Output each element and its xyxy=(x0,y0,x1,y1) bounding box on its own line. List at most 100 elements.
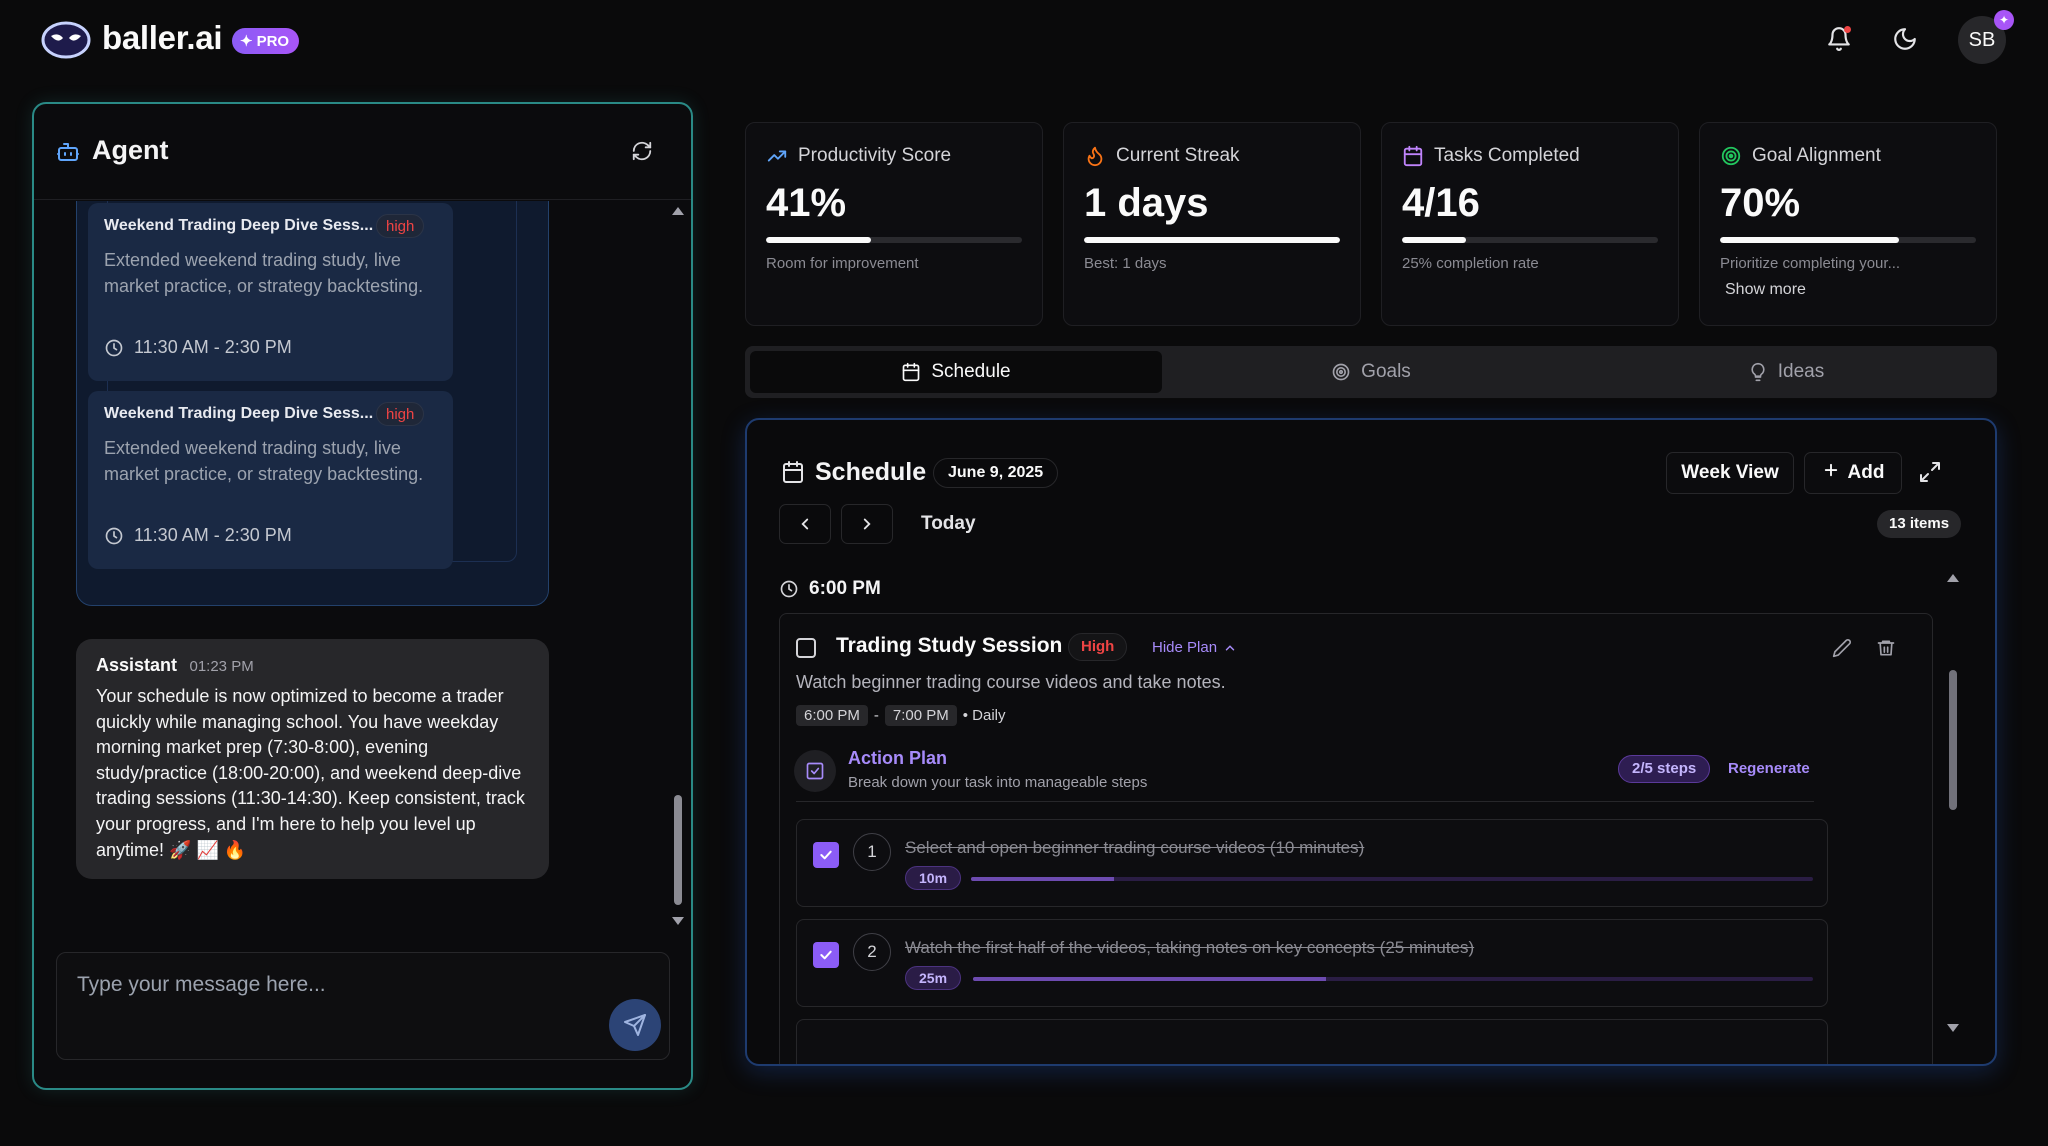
task-description: Watch beginner trading course videos and… xyxy=(796,672,1226,692)
priority-badge: High xyxy=(1068,633,1128,661)
add-button[interactable]: Add xyxy=(1804,452,1902,494)
chat-scrollbar[interactable] xyxy=(670,201,686,931)
show-more-link[interactable]: Show more xyxy=(1725,281,1806,299)
stat-subtitle: Best: 1 days xyxy=(1084,255,1167,272)
stat-label-text: Current Streak xyxy=(1116,145,1240,166)
tab-goals[interactable]: Goals xyxy=(1165,351,1577,393)
view-tabs: Schedule Goals Ideas xyxy=(745,346,1997,398)
stat-label-text: Productivity Score xyxy=(798,145,952,166)
stat-label: Current Streak xyxy=(1084,145,1240,167)
recurrence-label: • Daily xyxy=(962,707,1006,724)
start-time-chip: 6:00 PM xyxy=(796,705,868,726)
tab-ideas[interactable]: Ideas xyxy=(1580,351,1992,393)
stat-progress-fill xyxy=(766,237,871,243)
stat-progress-bar xyxy=(1720,237,1976,243)
calendar-icon xyxy=(1403,145,1423,167)
stat-value: 41% xyxy=(766,181,847,225)
message-input[interactable] xyxy=(77,973,577,997)
flame-icon xyxy=(1087,146,1103,167)
action-plan-subtitle: Break down your task into manageable ste… xyxy=(848,774,1148,791)
notification-bell-icon[interactable] xyxy=(1822,22,1856,56)
assistant-meta: Assistant 01:23 PM xyxy=(96,655,529,676)
stat-progress-fill xyxy=(1084,237,1340,243)
task-time-range: 6:00 PM - 7:00 PM • Daily xyxy=(796,705,1006,726)
sparkle-icon: ✦ xyxy=(240,33,253,50)
stat-progress-bar xyxy=(1402,237,1658,243)
date-chip: June 9, 2025 xyxy=(933,458,1059,488)
stat-subtitle: Room for improvement xyxy=(766,255,919,272)
items-count-badge: 13 items xyxy=(1877,510,1962,538)
step-number: 2 xyxy=(853,933,891,971)
edit-pencil-icon[interactable] xyxy=(1832,638,1852,663)
task-card[interactable]: Weekend Trading Deep Dive Sess... high E… xyxy=(88,391,453,569)
task-card-description: Extended weekend trading study, live mar… xyxy=(104,438,424,484)
expand-icon[interactable] xyxy=(1918,460,1942,489)
task-card-description: Extended weekend trading study, live mar… xyxy=(104,250,424,296)
step-progress-fill xyxy=(971,877,1115,881)
task-card-title: Weekend Trading Deep Dive Sess... xyxy=(104,217,374,234)
schedule-task-card[interactable]: Trading Study Session High Hide Plan Wat… xyxy=(779,613,1933,1064)
assistant-timestamp: 01:23 PM xyxy=(189,658,254,675)
week-view-button[interactable]: Week View xyxy=(1666,452,1794,494)
action-plan-icon xyxy=(794,750,836,792)
message-input-box[interactable] xyxy=(56,952,670,1060)
steps-progress-badge: 2/5 steps xyxy=(1618,755,1711,783)
refresh-icon[interactable] xyxy=(631,140,653,167)
assistant-message-text: Your schedule is now optimized to become… xyxy=(96,686,525,860)
target-icon xyxy=(1721,146,1741,166)
prev-day-button[interactable] xyxy=(779,504,831,544)
step-progress-bar xyxy=(973,977,1813,981)
task-complete-checkbox[interactable] xyxy=(796,638,816,658)
step-number: 1 xyxy=(853,833,891,871)
assistant-name: Assistant xyxy=(96,655,178,675)
step-progress-fill xyxy=(973,977,1326,981)
chevron-right-icon xyxy=(863,518,871,530)
task-card[interactable]: Weekend Trading Deep Dive Sess... high E… xyxy=(88,203,453,381)
week-view-label: Week View xyxy=(1681,462,1779,483)
dark-mode-moon-icon[interactable] xyxy=(1888,22,1922,56)
task-card-time: 11:30 AM - 2:30 PM xyxy=(104,525,292,546)
chevron-up-icon xyxy=(1225,644,1235,650)
stat-label: Productivity Score xyxy=(766,145,951,167)
stat-progress-bar xyxy=(766,237,1022,243)
hide-plan-toggle[interactable]: Hide Plan xyxy=(1152,639,1237,656)
send-button[interactable] xyxy=(609,999,661,1051)
chat-messages: Weekend Trading Deep Dive Sess... high E… xyxy=(34,201,691,931)
step-progress-bar xyxy=(971,877,1813,881)
agent-panel: Agent Weekend Trading Deep Dive Sess... … xyxy=(32,102,693,1090)
step-text: Watch the first half of the videos, taki… xyxy=(905,938,1475,957)
notification-dot xyxy=(1844,26,1851,33)
agent-header: Agent xyxy=(34,104,691,200)
today-button[interactable]: Today xyxy=(921,513,976,535)
target-icon xyxy=(1332,363,1350,381)
app-header: baller.ai ✦ PRO SB ✦ xyxy=(0,0,2048,80)
delete-trash-icon[interactable] xyxy=(1876,638,1896,663)
stat-progress-bar xyxy=(1084,237,1340,243)
stat-progress-fill xyxy=(1402,237,1466,243)
step-checkbox[interactable] xyxy=(813,842,839,868)
regenerate-button[interactable]: Regenerate xyxy=(1728,760,1810,777)
plus-icon xyxy=(1822,461,1840,485)
stat-label: Goal Alignment xyxy=(1720,145,1881,167)
tab-schedule[interactable]: Schedule xyxy=(750,351,1162,393)
stat-card-productivity: Productivity Score 41% Room for improvem… xyxy=(745,122,1043,326)
schedule-scrollbar[interactable] xyxy=(1945,570,1961,1036)
pro-badge-label: PRO xyxy=(256,32,290,50)
brand-name[interactable]: baller.ai xyxy=(102,19,223,57)
task-card-time-label: 11:30 AM - 2:30 PM xyxy=(134,525,292,545)
stat-subtitle: 25% completion rate xyxy=(1402,255,1539,272)
step-checkbox[interactable] xyxy=(813,942,839,968)
baller-logo-icon[interactable] xyxy=(40,20,92,60)
clock-icon xyxy=(105,527,123,544)
task-card-time-label: 11:30 AM - 2:30 PM xyxy=(134,337,292,357)
next-day-button[interactable] xyxy=(841,504,893,544)
task-title: Trading Study Session xyxy=(836,634,1063,657)
check-icon xyxy=(820,850,832,860)
action-step: 2 Watch the first half of the videos, ta… xyxy=(796,919,1828,1007)
stat-label: Tasks Completed xyxy=(1402,145,1580,167)
action-plan-title: Action Plan xyxy=(848,748,948,768)
stat-value: 1 days xyxy=(1084,181,1209,225)
step-duration-badge: 10m xyxy=(905,866,962,890)
tab-label: Ideas xyxy=(1777,361,1825,382)
hide-plan-label: Hide Plan xyxy=(1152,639,1218,656)
